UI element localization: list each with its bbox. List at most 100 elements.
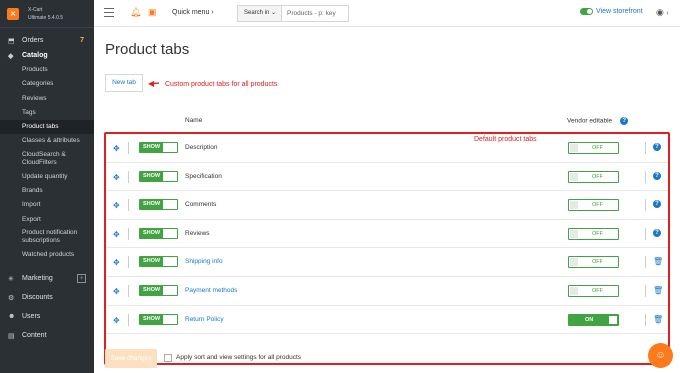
- page-title: Product tabs: [105, 41, 190, 58]
- help-icon[interactable]: ?: [653, 200, 661, 209]
- help-icon[interactable]: ?: [653, 143, 661, 151]
- tab-name[interactable]: Return Policy: [185, 316, 224, 323]
- drag-handle-icon[interactable]: ✥: [113, 230, 120, 239]
- show-toggle[interactable]: SHOW: [139, 313, 178, 325]
- vendor-editable-toggle[interactable]: OFF: [568, 285, 619, 297]
- save-changes-button[interactable]: Save changes: [105, 349, 157, 368]
- vendor-editable-toggle[interactable]: OFF: [568, 256, 619, 269]
- sidebar-item-export[interactable]: Export: [0, 213, 94, 227]
- show-toggle[interactable]: SHOW: [139, 170, 178, 182]
- discount-icon: ⚙: [8, 294, 15, 302]
- show-toggle[interactable]: SHOW: [139, 142, 178, 153]
- table-row: ✥ SHOW Payment methods OFF 🗑︎: [106, 277, 668, 306]
- vendor-editable-state: OFF: [592, 173, 603, 180]
- show-toggle[interactable]: SHOW: [139, 256, 178, 268]
- new-tab-button[interactable]: New tab: [105, 74, 143, 92]
- sidebar-item-update-quantity[interactable]: Update quantity: [0, 170, 94, 184]
- brand-version: Ultimate 5.4.0.5: [28, 14, 64, 21]
- trash-icon[interactable]: 🗑︎: [653, 286, 663, 295]
- vendor-editable-toggle[interactable]: OFF: [568, 170, 619, 183]
- sidebar-item-product-tabs[interactable]: Product tabs: [0, 120, 94, 135]
- annotation-custom: ◀━ Custom product tabs for all products: [148, 79, 277, 88]
- sidebar-item-marketing[interactable]: ✳ Marketing +: [0, 271, 94, 286]
- xcart-logo-icon[interactable]: ✕: [7, 7, 19, 20]
- divider: [128, 199, 129, 212]
- plus-icon[interactable]: +: [77, 274, 86, 284]
- sidebar-item-users[interactable]: ☻ Users: [0, 309, 94, 324]
- vendor-editable-state: OFF: [592, 230, 603, 237]
- sidebar-item-tags[interactable]: Tags: [0, 106, 94, 120]
- trash-icon[interactable]: 🗑︎: [653, 315, 663, 324]
- user-menu[interactable]: ◉ ›: [656, 7, 669, 18]
- show-label: SHOW: [140, 143, 163, 152]
- sidebar-item-orders[interactable]: ⬒ Orders 7: [0, 33, 94, 48]
- chat-icon[interactable]: ☺: [648, 343, 673, 368]
- storefront-toggle[interactable]: [580, 8, 593, 15]
- help-icon[interactable]: ?: [653, 228, 661, 237]
- toggle-knob: [570, 201, 578, 210]
- menu-icon[interactable]: [104, 8, 114, 20]
- sidebar-item-label: Marketing: [22, 275, 53, 283]
- sidebar-item-catalog[interactable]: ◆ Catalog: [0, 48, 94, 63]
- view-storefront-link[interactable]: View storefront: [580, 8, 643, 15]
- help-icon[interactable]: ?: [653, 171, 661, 180]
- tab-name[interactable]: Shipping info: [185, 258, 223, 265]
- drag-handle-icon[interactable]: ✥: [113, 201, 120, 210]
- show-label: SHOW: [140, 200, 163, 210]
- gift-icon[interactable]: ▣: [148, 7, 157, 18]
- vendor-editable-toggle[interactable]: OFF: [568, 227, 619, 240]
- column-header-name: Name: [185, 117, 203, 124]
- drag-handle-icon[interactable]: ✥: [113, 144, 120, 153]
- divider: [128, 285, 129, 297]
- vendor-editable-toggle[interactable]: OFF: [568, 142, 619, 154]
- divider: [128, 170, 129, 183]
- tab-name[interactable]: Payment methods: [185, 287, 237, 294]
- toggle-knob: [570, 258, 578, 267]
- sidebar-item-brands[interactable]: Brands: [0, 184, 94, 198]
- drag-handle-icon[interactable]: ✥: [113, 287, 120, 296]
- sidebar-item-content[interactable]: ▤ Content: [0, 328, 94, 343]
- divider: [128, 227, 129, 240]
- show-label: SHOW: [140, 257, 163, 267]
- quick-menu-button[interactable]: Quick menu ›: [172, 9, 214, 16]
- search-input[interactable]: Products - p: key: [281, 5, 349, 22]
- sidebar-item-categories[interactable]: Categories: [0, 77, 94, 91]
- divider: [645, 227, 646, 240]
- show-toggle[interactable]: SHOW: [139, 199, 178, 211]
- show-toggle[interactable]: SHOW: [139, 285, 178, 296]
- vendor-editable-toggle[interactable]: ON: [568, 313, 619, 326]
- vendor-editable-toggle[interactable]: OFF: [568, 199, 619, 212]
- sidebar-item-cloudsearch-cloudfilters[interactable]: CloudSearch & CloudFilters: [0, 149, 94, 170]
- search-in-dropdown[interactable]: Search in ⌄: [237, 5, 281, 22]
- trash-icon[interactable]: 🗑︎: [653, 257, 663, 266]
- sidebar-item-watched-products[interactable]: Watched products: [0, 248, 94, 262]
- help-icon[interactable]: ?: [620, 117, 629, 125]
- apply-settings-checkbox[interactable]: [164, 354, 172, 362]
- sidebar-item-products[interactable]: Products: [0, 63, 94, 77]
- bell-icon[interactable]: 🔔︎: [130, 7, 141, 18]
- arrow-left-icon: ◀━: [148, 79, 159, 88]
- vendor-editable-state: OFF: [592, 288, 603, 294]
- sidebar-item-reviews[interactable]: Reviews: [0, 92, 94, 106]
- divider: [128, 142, 129, 154]
- drag-handle-icon[interactable]: ✥: [113, 258, 120, 267]
- sidebar-item-label: Users: [22, 313, 41, 321]
- drag-handle-icon[interactable]: ✥: [113, 316, 120, 325]
- drag-handle-icon[interactable]: ✥: [113, 173, 120, 182]
- sidebar-item-import[interactable]: Import: [0, 198, 94, 212]
- sidebar-item-classes-attributes[interactable]: Classes & attributes: [0, 134, 94, 148]
- toggle-knob: [570, 229, 578, 238]
- show-label: SHOW: [140, 171, 163, 181]
- tab-name: Reviews: [185, 229, 210, 237]
- divider: [645, 285, 646, 297]
- user-icon: ◉: [656, 7, 664, 17]
- table-row: ✥ SHOW Reviews OFF?: [106, 220, 668, 249]
- brand: ✕ X-Cart Ultimate 5.4.0.5: [0, 0, 94, 28]
- divider: [645, 142, 646, 154]
- sidebar-item-discounts[interactable]: ⚙ Discounts: [0, 290, 94, 305]
- apply-settings-label: Apply sort and view settings for all pro…: [176, 354, 302, 361]
- vendor-editable-state: ON: [585, 316, 594, 323]
- show-toggle[interactable]: SHOW: [139, 227, 178, 239]
- sidebar-item-product-notification-subscriptions[interactable]: Product notification subscriptions: [0, 227, 94, 248]
- tab-name: Description: [185, 144, 218, 151]
